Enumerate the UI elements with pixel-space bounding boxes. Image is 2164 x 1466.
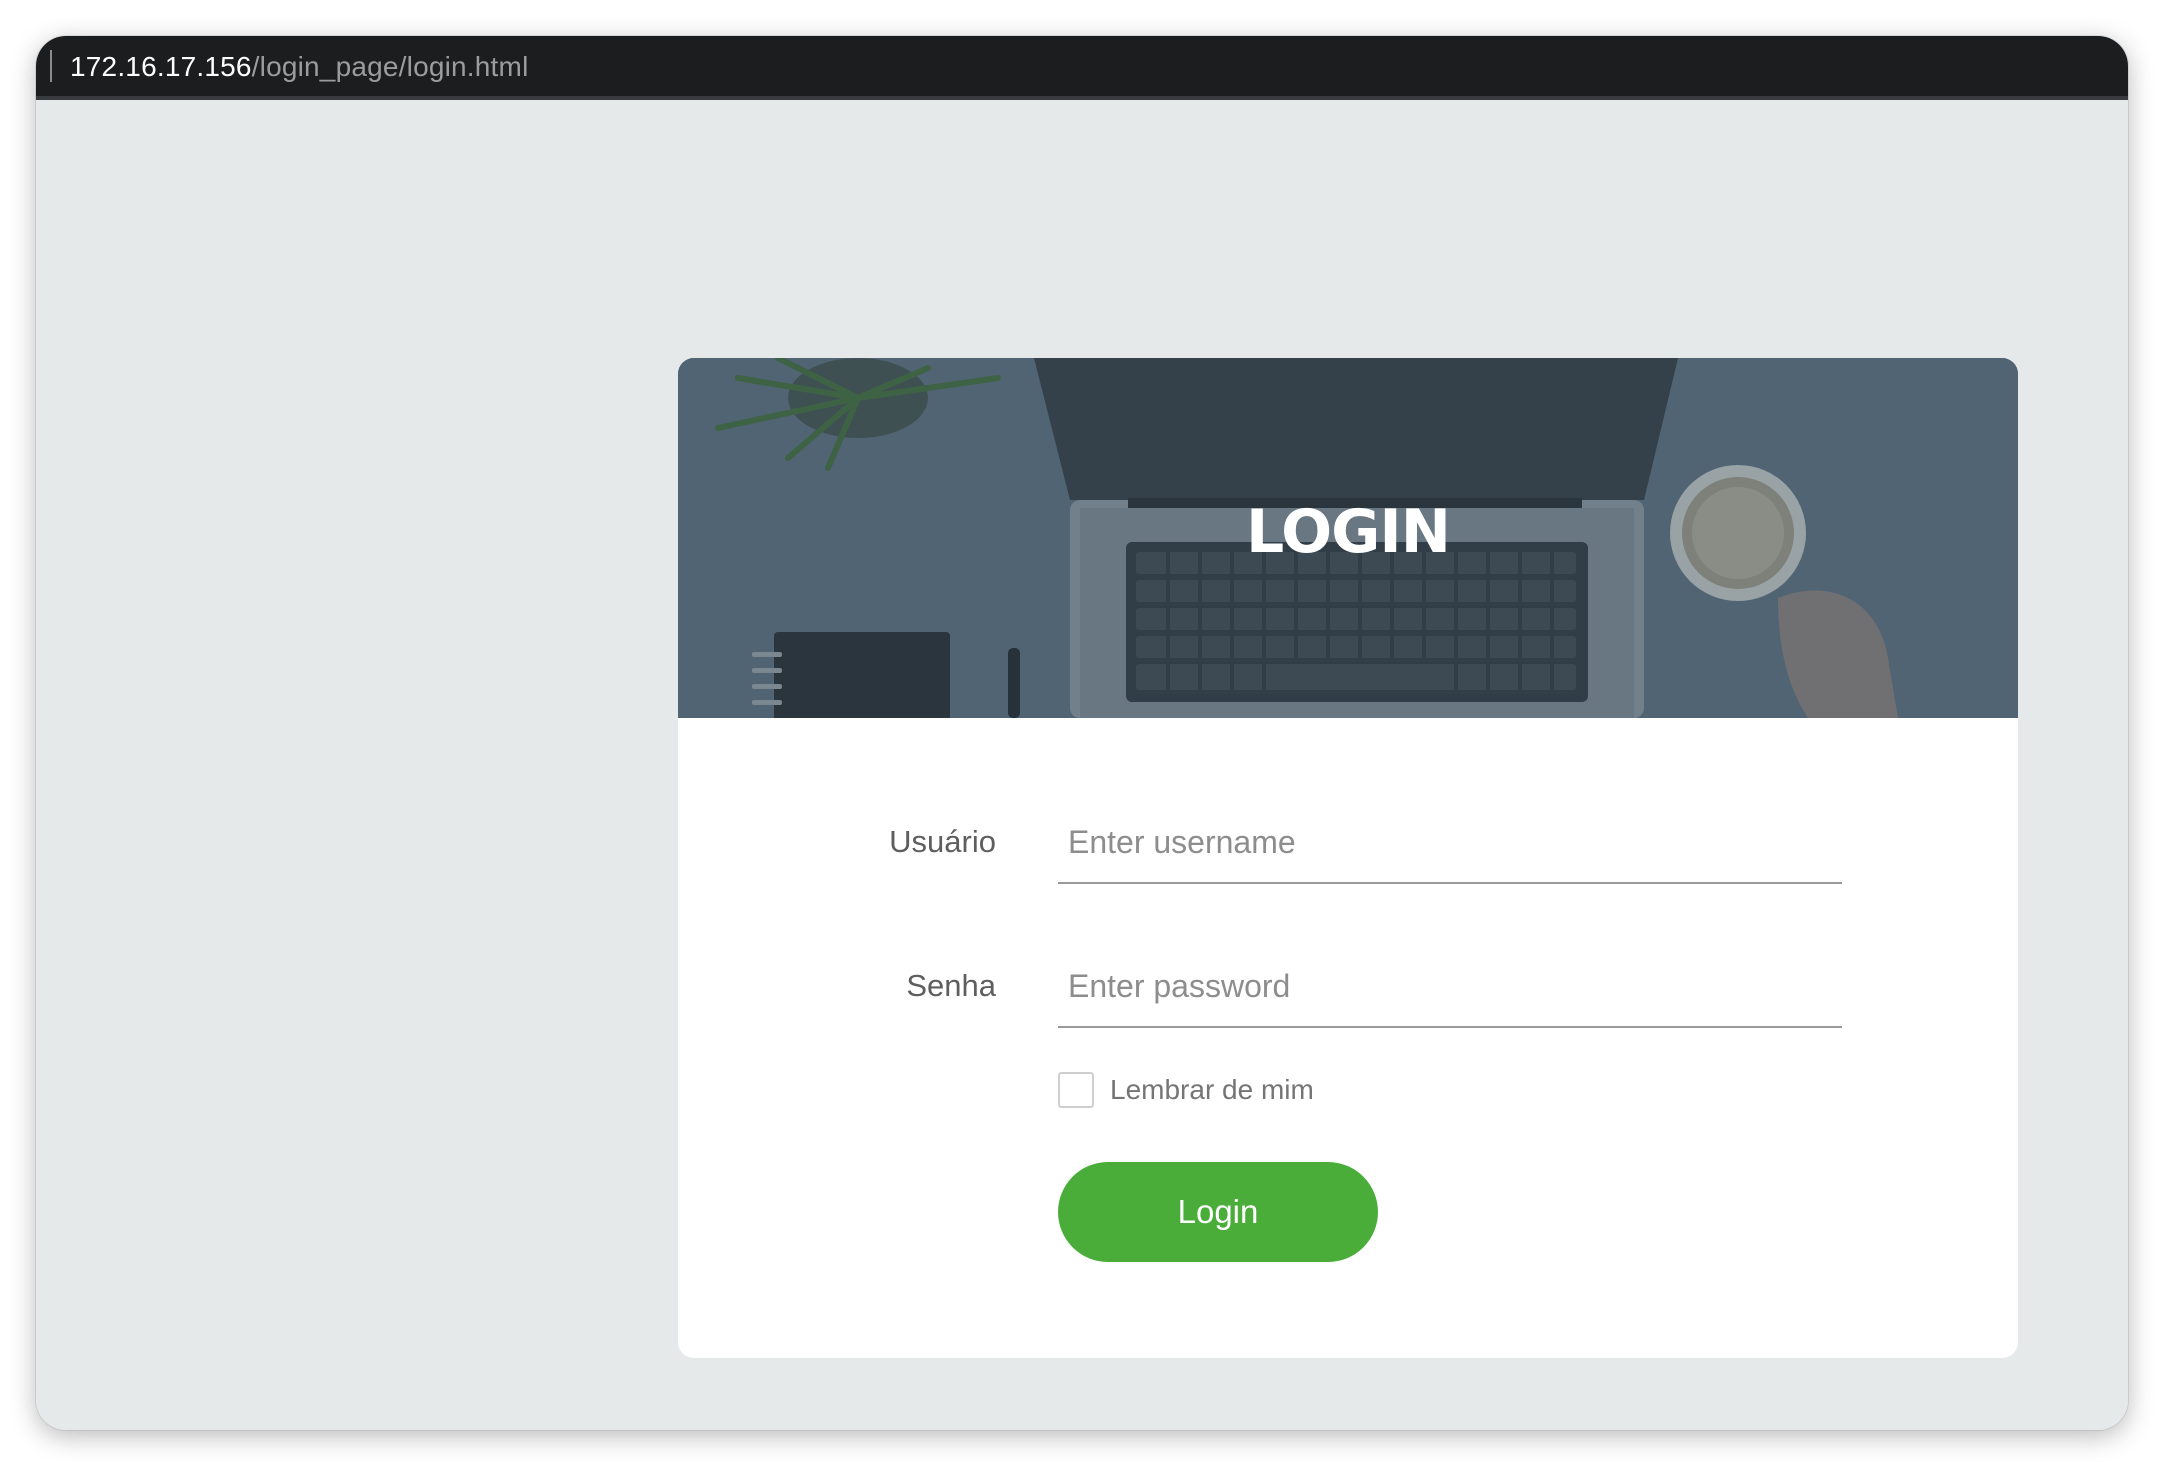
username-row: Usuário — [678, 788, 2018, 898]
login-button[interactable]: Login — [1058, 1162, 1378, 1262]
login-card: LOGIN Usuário Senha Lembrar de mim Login — [678, 358, 2018, 1358]
password-label: Senha — [906, 968, 996, 1003]
url-text[interactable]: 172.16.17.156/login_page/login.html — [70, 48, 528, 86]
hero-banner: LOGIN — [678, 358, 2018, 718]
password-input[interactable] — [1058, 946, 1842, 1028]
browser-window: 172.16.17.156/login_page/login.html LOGI… — [36, 36, 2128, 1430]
page-title: LOGIN — [1246, 497, 1451, 567]
remember-me-label[interactable]: Lembrar de mim — [1110, 1074, 1314, 1106]
username-input[interactable] — [1058, 802, 1842, 884]
password-row: Senha — [678, 932, 2018, 1042]
checkbox-empty-icon[interactable] — [1058, 1072, 1094, 1108]
text-caret — [50, 50, 52, 82]
username-label: Usuário — [889, 824, 996, 859]
address-bar[interactable]: 172.16.17.156/login_page/login.html — [36, 36, 2128, 100]
url-path: /login_page/login.html — [251, 51, 529, 82]
url-host: 172.16.17.156 — [70, 51, 252, 82]
page-viewport: LOGIN Usuário Senha Lembrar de mim Login — [36, 100, 2128, 1430]
